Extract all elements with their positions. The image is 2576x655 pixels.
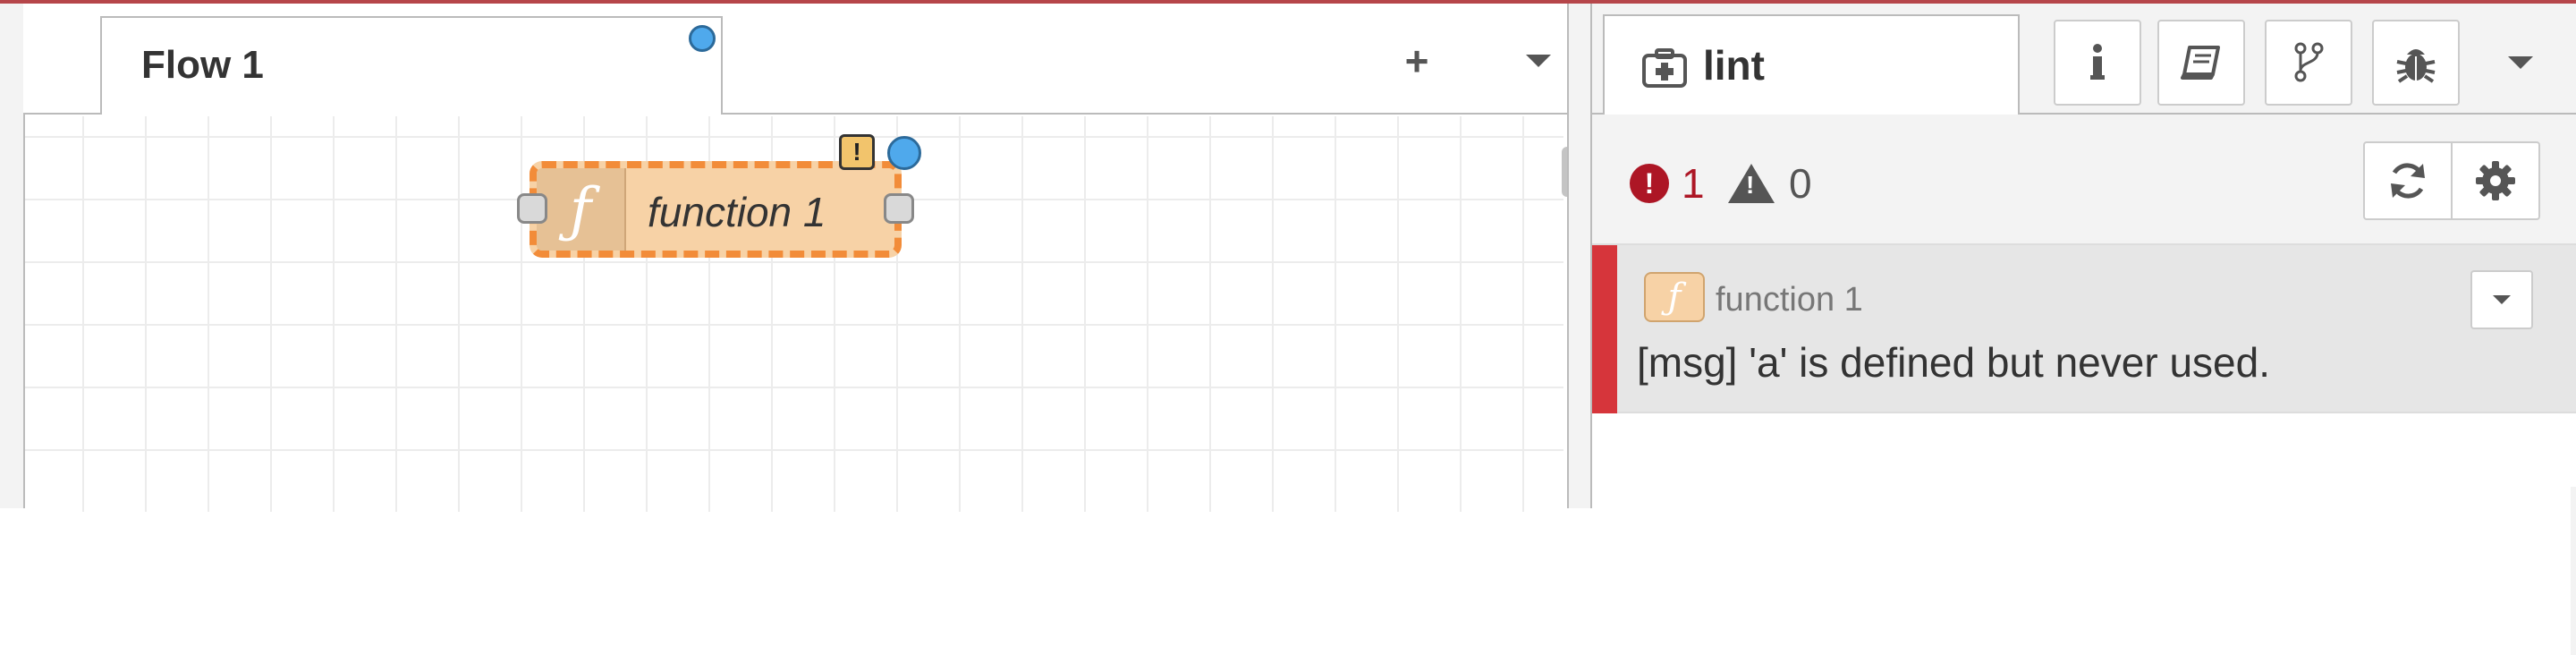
function-icon: ƒ xyxy=(1644,272,1705,322)
tab-lint[interactable]: lint xyxy=(1603,14,2020,116)
function-icon: ƒ xyxy=(537,168,626,251)
refresh-icon xyxy=(2391,163,2425,199)
error-icon: ! xyxy=(1630,164,1669,203)
issue-options-button[interactable] xyxy=(2470,270,2533,329)
lint-issue-row[interactable]: ƒ function 1 [msg] 'a' is defined but ne… xyxy=(1592,245,2576,655)
tab-label: lint xyxy=(1703,42,1765,89)
node-label: function 1 xyxy=(648,189,826,235)
first-aid-kit-icon xyxy=(1642,48,1687,88)
gear-icon xyxy=(2476,161,2515,200)
chevron-down-icon xyxy=(2508,56,2533,69)
changes-tab-button[interactable] xyxy=(2265,20,2352,106)
error-count-value: 1 xyxy=(1682,160,1705,207)
output-port[interactable] xyxy=(884,193,914,224)
warning-count-value: 0 xyxy=(1789,160,1812,207)
workspace: Flow 1 + ƒ function 1 ! xyxy=(0,4,1572,512)
issue-node-name[interactable]: function 1 xyxy=(1716,281,1863,319)
workspace-left-gutter xyxy=(0,4,25,508)
help-tab-button[interactable] xyxy=(2157,20,2245,106)
warning-count: ! 0 xyxy=(1728,159,1812,208)
info-icon xyxy=(2090,44,2105,80)
workspace-tab-bar: Flow 1 + xyxy=(23,4,1567,115)
book-icon xyxy=(2181,46,2220,80)
tab-flow-1[interactable]: Flow 1 xyxy=(100,16,723,115)
sidebar-resize-handle[interactable] xyxy=(1567,4,1592,508)
git-branch-icon xyxy=(2294,42,2324,82)
bug-icon xyxy=(2396,49,2436,83)
changed-indicator-dot xyxy=(689,25,716,52)
tab-label: Flow 1 xyxy=(141,43,264,87)
debug-tab-button[interactable] xyxy=(2372,20,2460,106)
chevron-down-icon xyxy=(1526,55,1551,67)
flow-list-menu-button[interactable] xyxy=(1513,36,1563,86)
warning-icon: ! xyxy=(1728,164,1775,203)
error-count: ! 1 xyxy=(1630,159,1705,208)
node-warning-icon: ! xyxy=(839,134,875,170)
sidebar: lint ! 1 ! 0 ƒ function 1 [msg] 'a' is d… xyxy=(1592,4,2576,655)
chevron-down-icon xyxy=(2493,295,2511,304)
error-severity-stripe xyxy=(1592,245,1617,413)
plus-icon: + xyxy=(1404,38,1429,84)
function-node[interactable]: ƒ function 1 xyxy=(517,161,914,258)
node-changed-dot xyxy=(887,136,921,170)
lint-toolbar: ! 1 ! 0 xyxy=(1592,115,2576,245)
issue-message: [msg] 'a' is defined but never used. xyxy=(1637,339,2270,386)
input-port[interactable] xyxy=(517,193,547,224)
info-tab-button[interactable] xyxy=(2054,20,2141,106)
sidebar-edge xyxy=(2571,487,2576,655)
refresh-button[interactable] xyxy=(2365,143,2451,218)
sidebar-tabs-menu-button[interactable] xyxy=(2494,36,2547,89)
sidebar-tab-bar: lint xyxy=(1592,4,2576,116)
settings-button[interactable] xyxy=(2451,143,2538,218)
add-flow-button[interactable]: + xyxy=(1392,36,1442,86)
lint-actions xyxy=(2363,141,2540,220)
